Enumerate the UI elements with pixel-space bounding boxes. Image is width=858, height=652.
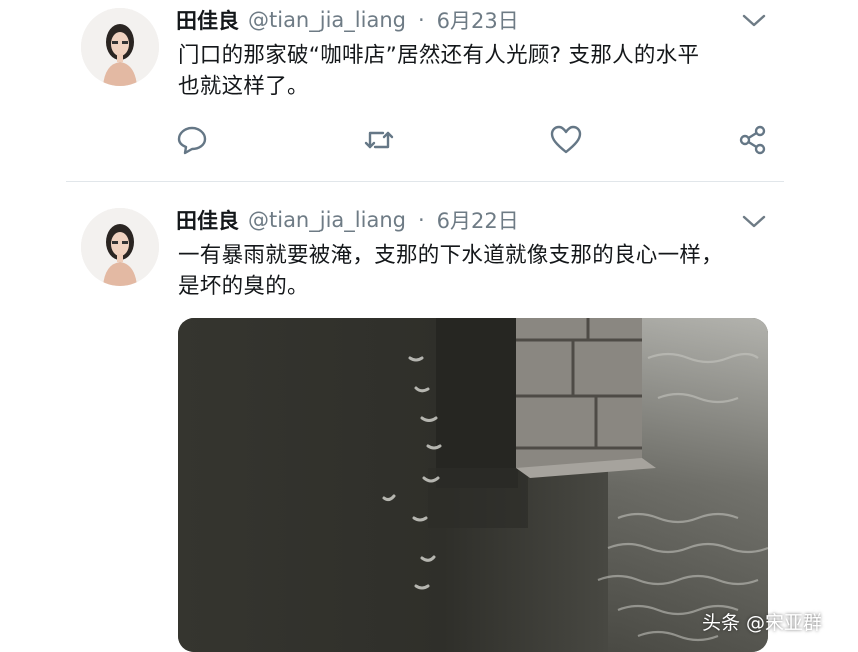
- tweet-photo[interactable]: [178, 318, 768, 652]
- retweet-icon[interactable]: [361, 122, 397, 158]
- user-handle[interactable]: @tian_jia_liang: [248, 8, 406, 32]
- tweet-1[interactable]: 田佳良 @tian_jia_liang · 6月23日 门口的那家破“咖啡店”居…: [0, 0, 858, 181]
- avatar[interactable]: [81, 208, 159, 286]
- separator-dot: ·: [417, 208, 425, 232]
- tweet-date[interactable]: 6月22日: [437, 205, 519, 235]
- tweet-date[interactable]: 6月23日: [437, 5, 519, 35]
- avatar[interactable]: [81, 8, 159, 86]
- tweet-actions: [0, 122, 858, 158]
- share-icon[interactable]: [735, 122, 771, 158]
- heart-icon[interactable]: [548, 122, 584, 158]
- tweet-header: 田佳良 @tian_jia_liang · 6月23日: [176, 5, 519, 35]
- tweet-text: 门口的那家破“咖啡店”居然还有人光顾? 支那人的水平 也就这样了。: [178, 43, 700, 99]
- user-handle[interactable]: @tian_jia_liang: [248, 208, 406, 232]
- chevron-down-icon[interactable]: [739, 11, 769, 31]
- flood-photo: [178, 318, 768, 652]
- display-name[interactable]: 田佳良: [176, 5, 239, 35]
- chevron-down-icon[interactable]: [739, 212, 769, 232]
- avatar-image: [81, 8, 159, 86]
- tweet-text: 一有暴雨就要被淹，支那的下水道就像支那的良心一样， 是坏的臭的。: [178, 243, 724, 299]
- tweet-header: 田佳良 @tian_jia_liang · 6月22日: [176, 205, 519, 235]
- reply-icon[interactable]: [174, 122, 210, 158]
- avatar-image: [81, 208, 159, 286]
- separator-dot: ·: [417, 8, 425, 32]
- display-name[interactable]: 田佳良: [176, 205, 239, 235]
- watermark-label: 头条 @宋亚群: [702, 612, 823, 634]
